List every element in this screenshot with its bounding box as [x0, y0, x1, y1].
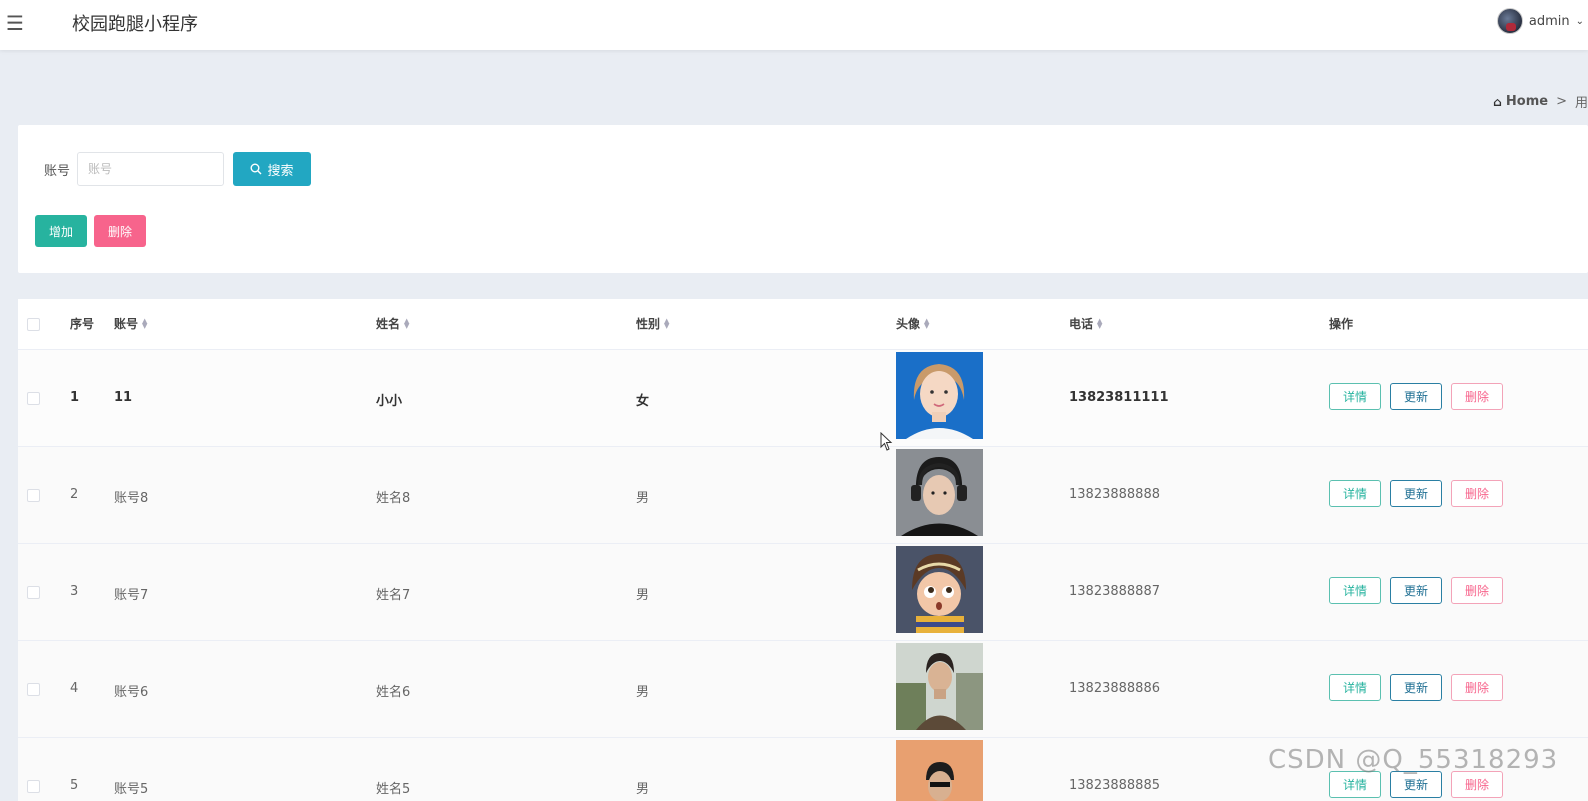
delete-button[interactable]: 删除 — [1451, 674, 1503, 701]
column-header-avatar[interactable]: 头像 ▲ ▼ — [896, 315, 929, 332]
search-panel: 账号 搜索 增加 删除 — [18, 125, 1588, 273]
delete-button[interactable]: 删除 — [1451, 383, 1503, 410]
detail-button[interactable]: 详情 — [1329, 771, 1381, 798]
row-checkbox[interactable] — [27, 780, 40, 793]
add-button[interactable]: 增加 — [35, 215, 87, 247]
avatar-photo — [896, 352, 983, 439]
sort-icon[interactable]: ▲ ▼ — [404, 317, 409, 329]
avatar-photo — [896, 449, 983, 536]
search-icon — [250, 163, 262, 175]
avatar-photo — [896, 740, 983, 801]
app-title: 校园跑腿小程序 — [72, 14, 198, 35]
sort-icon[interactable]: ▲ ▼ — [142, 317, 147, 329]
sort-icon[interactable]: ▲ ▼ — [664, 317, 669, 329]
avatar[interactable] — [1496, 8, 1523, 34]
cell-gender: 男 — [636, 491, 650, 506]
cell-name: 姓名7 — [376, 588, 411, 603]
column-header-name[interactable]: 姓名 ▲ ▼ — [376, 315, 409, 332]
cell-name: 姓名6 — [376, 685, 411, 700]
chevron-down-icon[interactable]: ⌄ — [1576, 16, 1584, 27]
batch-delete-button[interactable]: 删除 — [94, 215, 146, 247]
table-row: 3 账号7 姓名7 男 13823888887 详情 更新 删除 — [18, 544, 1588, 641]
avatar-photo — [896, 643, 983, 730]
account-search-input[interactable] — [77, 152, 224, 186]
cell-account: 账号6 — [114, 685, 149, 700]
select-all-checkbox[interactable] — [27, 318, 40, 331]
table-row: 1 11 小小 女 13823811111 详情 更新 删除 — [18, 350, 1588, 447]
row-checkbox[interactable] — [27, 586, 40, 599]
cell-index: 2 — [70, 487, 79, 502]
cell-phone: 13823888888 — [1069, 487, 1160, 502]
column-label: 姓名 — [376, 317, 401, 331]
update-button[interactable]: 更新 — [1390, 577, 1442, 604]
column-header-gender[interactable]: 性别 ▲ ▼ — [636, 315, 669, 332]
cell-account: 11 — [114, 390, 133, 405]
breadcrumb-home-label[interactable]: Home — [1506, 94, 1548, 109]
mouse-cursor-icon — [880, 432, 893, 451]
detail-button[interactable]: 详情 — [1329, 383, 1381, 410]
cell-gender: 男 — [636, 685, 650, 700]
cell-gender: 男 — [636, 588, 650, 603]
column-label: 序号 — [70, 317, 95, 331]
user-name[interactable]: admin — [1529, 14, 1570, 29]
cell-name: 姓名5 — [376, 782, 411, 797]
table-row: 5 账号5 姓名5 男 13823888885 详情 更新 删除 — [18, 738, 1588, 801]
breadcrumb-current: 用 — [1574, 96, 1588, 111]
column-header-phone[interactable]: 电话 ▲ ▼ — [1069, 315, 1102, 332]
cell-index: 3 — [70, 584, 79, 599]
row-checkbox[interactable] — [27, 683, 40, 696]
cell-name: 小小 — [376, 394, 403, 409]
update-button[interactable]: 更新 — [1390, 480, 1442, 507]
account-field-label: 账号 — [44, 164, 71, 179]
column-header-account[interactable]: 账号 ▲ ▼ — [114, 315, 147, 332]
column-label: 性别 — [636, 317, 661, 331]
update-button[interactable]: 更新 — [1390, 383, 1442, 410]
column-header-index: 序号 — [70, 315, 94, 332]
cell-account: 账号7 — [114, 588, 149, 603]
cell-phone: 13823811111 — [1069, 390, 1169, 405]
delete-button[interactable]: 删除 — [1451, 771, 1503, 798]
delete-button[interactable]: 删除 — [1451, 577, 1503, 604]
home-icon: ⌂ — [1493, 94, 1502, 109]
detail-button[interactable]: 详情 — [1329, 577, 1381, 604]
update-button[interactable]: 更新 — [1390, 771, 1442, 798]
cell-account: 账号8 — [114, 491, 149, 506]
cell-account: 账号5 — [114, 782, 149, 797]
sort-icon[interactable]: ▲ ▼ — [1097, 317, 1102, 329]
row-checkbox[interactable] — [27, 392, 40, 405]
breadcrumb: ⌂ Home > 用 — [1493, 92, 1588, 111]
cell-index: 4 — [70, 681, 79, 696]
sort-icon[interactable]: ▲ ▼ — [924, 317, 929, 329]
cell-index: 1 — [70, 390, 80, 405]
menu-icon[interactable]: ☰ — [6, 11, 30, 35]
avatar-photo — [896, 546, 983, 633]
column-label: 账号 — [114, 317, 139, 331]
search-button[interactable]: 搜索 — [233, 152, 311, 186]
delete-button[interactable]: 删除 — [1451, 480, 1503, 507]
search-button-label: 搜索 — [267, 163, 294, 179]
column-header-operations: 操作 — [1329, 315, 1353, 332]
user-table: 序号 账号 ▲ ▼ 姓名 ▲ ▼ 性别 ▲ ▼ 头像 ▲ ▼ 电话 ▲ ▼ 操作 1 11 小小 女… — [18, 299, 1588, 801]
table-row: 2 账号8 姓名8 男 13823888888 详情 更新 删除 — [18, 447, 1588, 544]
user-menu[interactable]: admin ⌄ — [1496, 8, 1584, 34]
cell-gender: 女 — [636, 394, 650, 409]
cell-gender: 男 — [636, 782, 650, 797]
table-header: 序号 账号 ▲ ▼ 姓名 ▲ ▼ 性别 ▲ ▼ 头像 ▲ ▼ 电话 ▲ ▼ 操作 — [18, 299, 1588, 350]
cell-index: 5 — [70, 778, 79, 793]
row-checkbox[interactable] — [27, 489, 40, 502]
detail-button[interactable]: 详情 — [1329, 674, 1381, 701]
column-label: 电话 — [1069, 317, 1094, 331]
breadcrumb-home[interactable]: ⌂ Home — [1493, 94, 1548, 109]
cell-phone: 13823888886 — [1069, 681, 1160, 696]
column-label: 操作 — [1329, 317, 1354, 331]
cell-phone: 13823888885 — [1069, 778, 1160, 793]
update-button[interactable]: 更新 — [1390, 674, 1442, 701]
detail-button[interactable]: 详情 — [1329, 480, 1381, 507]
cell-phone: 13823888887 — [1069, 584, 1160, 599]
table-row: 4 账号6 姓名6 男 13823888886 详情 更新 删除 — [18, 641, 1588, 738]
column-label: 头像 — [896, 317, 921, 331]
cell-name: 姓名8 — [376, 491, 411, 506]
breadcrumb-separator: > — [1556, 94, 1567, 109]
top-bar: ☰ 校园跑腿小程序 admin ⌄ — [0, 0, 1588, 50]
